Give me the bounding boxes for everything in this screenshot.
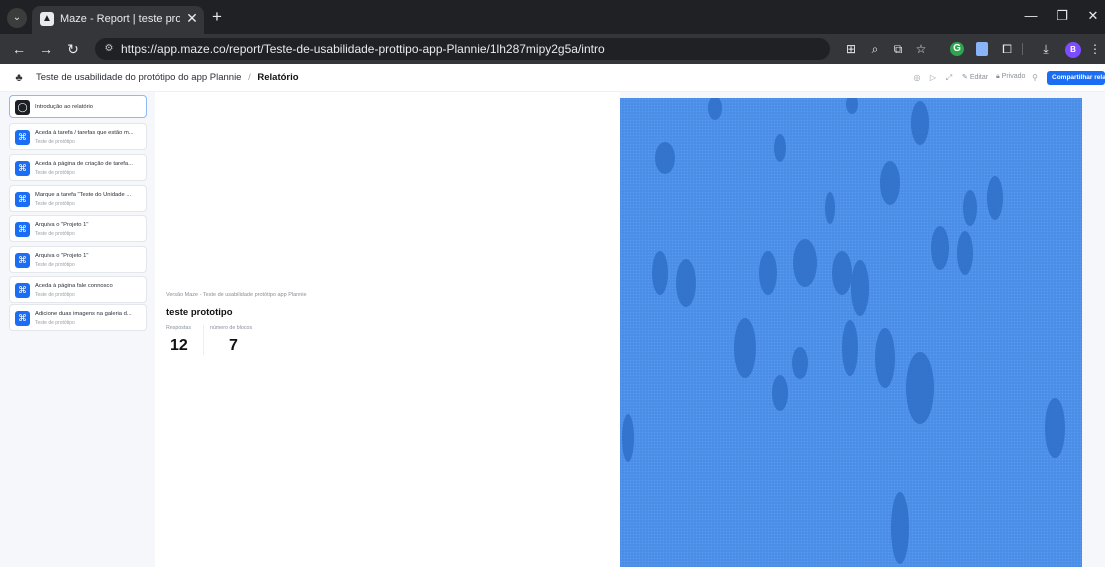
prototype-test-icon: ⌘ bbox=[15, 253, 30, 268]
sidebar-item-title: Introdução ao relatório bbox=[35, 104, 94, 110]
address-bar[interactable]: ⚙ https://app.maze.co/report/Teste-de-us… bbox=[95, 38, 830, 60]
browser-tab-strip: ⌄ ▲ Maze - Report | teste prototipo ✕ + … bbox=[0, 0, 1105, 34]
share-report-button[interactable]: Compartilhar relatório bbox=[1047, 71, 1105, 85]
maze-version-line: Versão Maze - Teste de usabilidade protó… bbox=[166, 292, 307, 298]
prototype-test-icon: ⌘ bbox=[15, 192, 30, 207]
breadcrumb: Teste de usabilidade do protótipo do app… bbox=[36, 72, 299, 83]
sidebar-item-title: Aceda à página de criação de tarefa... bbox=[35, 161, 133, 167]
minimize-button[interactable]: — bbox=[1021, 6, 1041, 26]
site-info-icon[interactable]: ⚙ bbox=[101, 41, 117, 57]
prototype-test-icon: ⌘ bbox=[15, 161, 30, 176]
maze-favicon-icon: ▲ bbox=[40, 12, 54, 26]
edit-button[interactable]: ✎ Editar bbox=[962, 73, 988, 81]
report-intro-panel: Versão Maze - Teste de usabilidade protó… bbox=[155, 92, 620, 567]
report-sidebar: ◯ Introdução ao relatório ⌘ Aceda à tare… bbox=[0, 92, 155, 567]
browser-tab[interactable]: ▲ Maze - Report | teste prototipo ✕ bbox=[32, 6, 204, 34]
sidebar-item-block[interactable]: ⌘ Aceda à tarefa / tarefas que estão m..… bbox=[9, 123, 147, 150]
sidebar-item-title: Arquiva o "Projeto 1" bbox=[35, 222, 89, 228]
profile-avatar[interactable]: B bbox=[1065, 42, 1081, 58]
sidebar-item-title: Aceda à página fale connosco bbox=[35, 283, 113, 289]
app-window: ⌄ ▲ Maze - Report | teste prototipo ✕ + … bbox=[0, 0, 1105, 567]
back-button[interactable]: ← bbox=[9, 39, 29, 59]
close-tab-icon[interactable]: ✕ bbox=[184, 10, 200, 26]
prototype-test-icon: ⌘ bbox=[15, 311, 30, 326]
sidebar-item-subtitle: Teste de protótipo bbox=[35, 170, 75, 176]
sidebar-item-block[interactable]: ⌘ Aceda à página fale connosco Teste de … bbox=[9, 276, 147, 303]
maze-title: teste prototipo bbox=[166, 307, 233, 318]
responses-value: 12 bbox=[170, 337, 188, 354]
expand-icon[interactable]: ⤢ bbox=[944, 73, 954, 83]
sidebar-item-subtitle: Teste de protótipo bbox=[35, 320, 75, 326]
toolbar-divider bbox=[1022, 43, 1023, 55]
responses-label: Respostas bbox=[166, 325, 192, 331]
prototype-test-icon: ⌘ bbox=[15, 130, 30, 145]
sidebar-item-block[interactable]: ⌘ Aceda à página de criação de tarefa...… bbox=[9, 154, 147, 181]
docs-extension-icon[interactable] bbox=[976, 42, 988, 56]
breadcrumb-separator: / bbox=[248, 72, 251, 83]
prototype-test-icon: ⌘ bbox=[15, 283, 30, 298]
restore-button[interactable]: ❐ bbox=[1052, 6, 1072, 26]
crowd-illustration bbox=[620, 98, 1082, 567]
cover-image bbox=[620, 98, 1082, 567]
extensions-icon[interactable]: ⧠ bbox=[998, 40, 1016, 58]
app-header: ♣ Teste de usabilidade do protótipo do a… bbox=[0, 64, 1105, 92]
stat-divider bbox=[203, 325, 204, 355]
sidebar-item-subtitle: Teste de protótipo bbox=[35, 292, 75, 298]
zoom-icon[interactable]: ⌕ bbox=[866, 40, 884, 58]
sidebar-item-subtitle: Teste de protótipo bbox=[35, 231, 75, 237]
sidebar-item-title: Marque a tarefa "Teste do Unidade ... bbox=[35, 192, 132, 198]
new-tab-button[interactable]: + bbox=[208, 7, 226, 27]
translate-icon[interactable]: ⊞ bbox=[842, 40, 860, 58]
tab-search-button[interactable]: ⌄ bbox=[7, 8, 27, 28]
url-text: https://app.maze.co/report/Teste-de-usab… bbox=[121, 42, 605, 56]
privacy-button[interactable]: 🔒︎ Privado bbox=[996, 73, 1025, 81]
downloads-icon[interactable]: ⤓ bbox=[1037, 40, 1055, 58]
browser-toolbar: ← → ↻ ⚙ https://app.maze.co/report/Teste… bbox=[0, 34, 1105, 64]
link-icon[interactable]: ⚲ bbox=[1030, 73, 1040, 83]
breadcrumb-current: Relatório bbox=[257, 72, 299, 83]
sidebar-item-intro[interactable]: ◯ Introdução ao relatório bbox=[9, 95, 147, 118]
grammarly-icon[interactable]: G bbox=[950, 42, 964, 56]
sidebar-item-block[interactable]: ⌘ Adicione duas imagens na galeria d... … bbox=[9, 304, 147, 331]
blocks-label: número de blocos bbox=[210, 325, 253, 331]
sidebar-item-subtitle: Teste de protótipo bbox=[35, 262, 75, 268]
more-menu-icon[interactable]: ⋮ bbox=[1086, 40, 1104, 58]
sidebar-item-block[interactable]: ⌘ Arquiva o "Projeto 1" Teste de protóti… bbox=[9, 215, 147, 242]
sidebar-item-title: Aceda à tarefa / tarefas que estão m... bbox=[35, 130, 134, 136]
sidebar-item-block[interactable]: ⌘ Marque a tarefa "Teste do Unidade ... … bbox=[9, 185, 147, 212]
bookmark-star-icon[interactable]: ☆ bbox=[912, 40, 930, 58]
cast-icon[interactable]: ⧉ bbox=[889, 40, 907, 58]
sidebar-item-block[interactable]: ⌘ Arquiva o "Projeto 1" Teste de protóti… bbox=[9, 246, 147, 273]
sidebar-item-subtitle: Teste de protótipo bbox=[35, 201, 75, 207]
maze-logo-icon[interactable]: ♣ bbox=[12, 71, 26, 85]
close-window-button[interactable]: ✕ bbox=[1083, 6, 1103, 26]
help-icon[interactable]: ◎ bbox=[912, 73, 922, 83]
forward-button[interactable]: → bbox=[36, 39, 56, 59]
edit-label: Editar bbox=[969, 74, 989, 81]
sidebar-item-title: Adicione duas imagens na galeria d... bbox=[35, 311, 132, 317]
privacy-label: Privado bbox=[1001, 73, 1026, 80]
present-icon[interactable]: ▷ bbox=[928, 73, 938, 83]
tab-title: Maze - Report | teste prototipo bbox=[60, 13, 180, 25]
prototype-test-icon: ⌘ bbox=[15, 222, 30, 237]
blocks-value: 7 bbox=[229, 337, 238, 354]
sidebar-item-subtitle: Teste de protótipo bbox=[35, 139, 75, 145]
breadcrumb-project[interactable]: Teste de usabilidade do protótipo do app… bbox=[36, 72, 241, 83]
reload-button[interactable]: ↻ bbox=[63, 39, 83, 59]
intro-icon: ◯ bbox=[15, 100, 30, 115]
sidebar-item-title: Arquiva o "Projeto 1" bbox=[35, 253, 89, 259]
